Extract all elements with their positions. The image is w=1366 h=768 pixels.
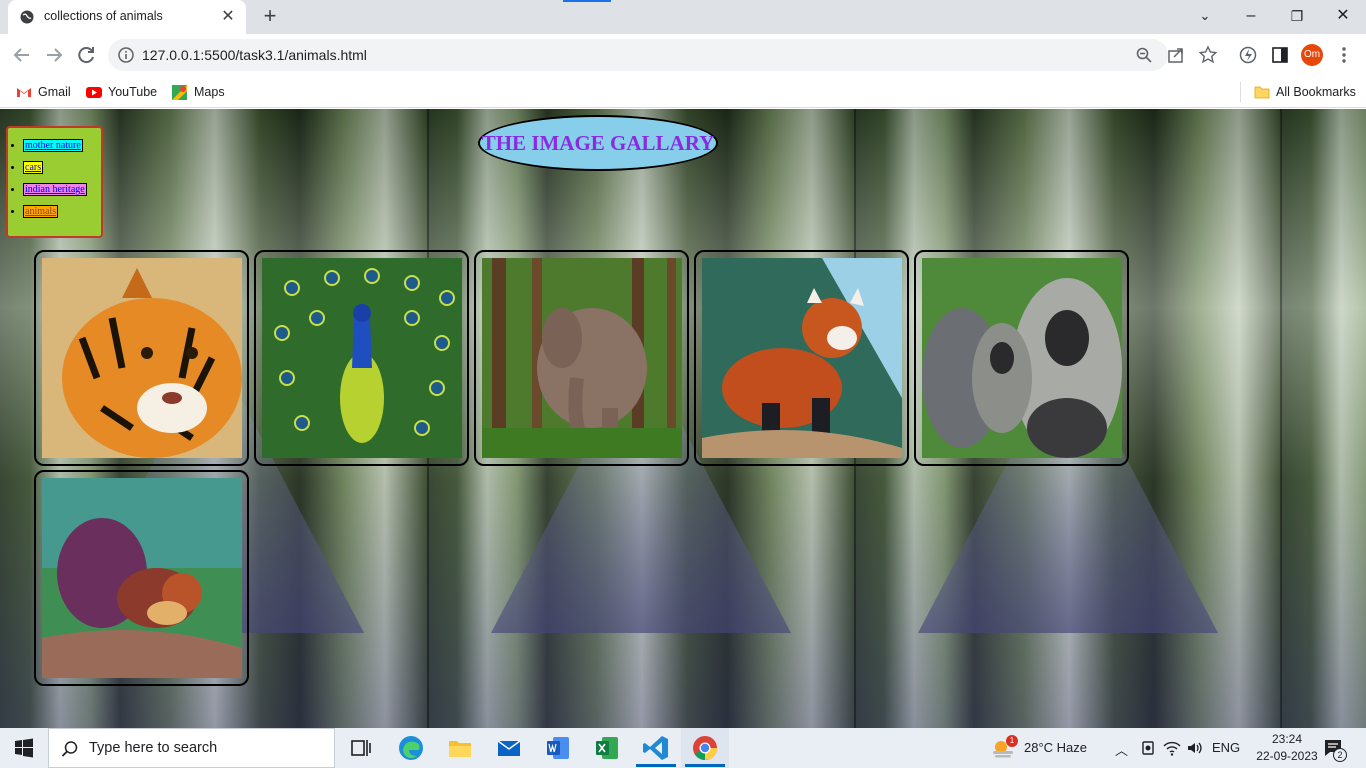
mail-icon[interactable] [495,734,523,762]
elephant-image [482,258,682,458]
bookmark-label: YouTube [108,85,158,99]
tiger-photo[interactable] [42,258,242,458]
menu-item[interactable]: cars [23,161,87,183]
gallery-card-macaque[interactable] [914,250,1129,466]
weather-text[interactable]: 28°C Haze [1024,740,1087,755]
taskbar: Type here to search 1 28°C Haze ︿ ENG 23… [0,728,1366,768]
clock-time: 23:24 [1271,732,1303,746]
edge-icon[interactable] [397,734,425,762]
bookmark-divider [1240,82,1241,102]
clock-date: 22-09-2023 [1256,749,1318,763]
clock[interactable]: 23:24 22-09-2023 [1256,731,1318,765]
tab-indicator [563,0,611,2]
squirrel-photo[interactable] [42,478,242,678]
volume-icon[interactable] [1186,740,1204,756]
bookmark-label: Gmail [38,85,71,99]
meet-now-icon[interactable] [1140,740,1156,756]
page-title: THE IMAGE GALLARY [478,115,718,171]
gallery-card-squirrel[interactable] [34,470,249,686]
macaque-image [922,258,1122,458]
task-view-icon[interactable] [347,734,375,762]
nav-menu: mother nature cars indian heritage anima… [6,126,103,238]
browser-tab[interactable]: collections of animals ✕ [8,0,246,34]
macaque-photo[interactable] [922,258,1122,458]
globe-icon [20,10,34,24]
more-menu-icon[interactable] [1334,45,1354,65]
tab-title: collections of animals [44,9,163,23]
share-icon[interactable] [1166,45,1186,65]
active-app-indicator [685,764,725,767]
back-arrow-icon[interactable] [10,43,34,67]
bookmark-label: Maps [194,85,225,99]
youtube-icon [86,87,102,98]
zoom-icon[interactable] [1136,47,1152,63]
squirrel-image [42,478,242,678]
vscode-icon[interactable] [642,734,670,762]
menu-item[interactable]: mother nature [23,139,87,161]
url-text[interactable]: 127.0.0.1:5500/task3.1/animals.html [142,47,367,63]
restore-button[interactable]: ❐ [1283,4,1311,28]
address-bar[interactable]: 127.0.0.1:5500/task3.1/animals.html [108,39,1168,71]
language-indicator[interactable]: ENG [1212,740,1240,755]
side-panel-icon[interactable] [1270,45,1290,65]
excel-icon[interactable] [593,734,621,762]
toolbar: 127.0.0.1:5500/task3.1/animals.html Om [0,34,1366,76]
menu-item[interactable]: animals [23,205,87,227]
bookmark-label: All Bookmarks [1276,85,1356,99]
search-icon [61,741,78,757]
search-placeholder: Type here to search [89,740,218,756]
elephant-photo[interactable] [482,258,682,458]
tiger-image [42,258,242,458]
minimize-button[interactable]: – [1237,4,1265,28]
windows-start-icon[interactable] [14,738,34,758]
gallery-card-peacock[interactable] [254,250,469,466]
profile-avatar[interactable]: Om [1301,44,1323,66]
gallery-card-red-panda[interactable] [694,250,909,466]
peacock-photo[interactable] [262,258,462,458]
close-window-button[interactable]: ✕ [1329,4,1357,28]
folder-icon [1254,86,1270,99]
red-panda-image [702,258,902,458]
taskbar-search[interactable]: Type here to search [48,728,335,768]
extensions-icon[interactable] [1238,45,1258,65]
menu-link-animals[interactable]: animals [23,205,59,218]
chrome-icon[interactable] [691,734,719,762]
menu-link-indian-heritage[interactable]: indian heritage [23,183,87,196]
maps-icon [172,85,187,100]
file-explorer-icon[interactable] [446,734,474,762]
forward-arrow-icon[interactable] [42,43,66,67]
peacock-image [262,258,462,458]
word-icon[interactable] [544,734,572,762]
menu-link-cars[interactable]: cars [23,161,44,174]
active-app-indicator [636,764,676,767]
site-info-icon[interactable] [118,47,134,63]
notifications-count: 2 [1333,748,1347,762]
close-tab-icon[interactable]: ✕ [220,9,236,25]
wifi-icon[interactable] [1163,740,1181,756]
background-seam [1280,109,1282,728]
red-panda-photo[interactable] [702,258,902,458]
weather-badge: 1 [1006,735,1018,747]
show-hidden-icons-chevron-icon[interactable]: ︿ [1115,740,1128,759]
gallery-card-tiger[interactable] [34,250,249,466]
tab-search-chevron-icon[interactable]: ⌄ [1191,4,1219,28]
reload-icon[interactable] [74,43,98,67]
page-viewport: mother nature cars indian heritage anima… [0,109,1366,728]
tab-strip: collections of animals ✕ + ⌄ – ❐ ✕ [0,0,1366,34]
bookmarks-bar: Gmail YouTube Maps All Bookmarks [0,76,1366,108]
new-tab-button[interactable]: + [258,5,282,28]
menu-link-mother-nature[interactable]: mother nature [23,139,83,152]
menu-item[interactable]: indian heritage [23,183,87,205]
gmail-icon [17,88,31,97]
gallery-card-elephant[interactable] [474,250,689,466]
bookmark-star-icon[interactable] [1198,45,1218,65]
